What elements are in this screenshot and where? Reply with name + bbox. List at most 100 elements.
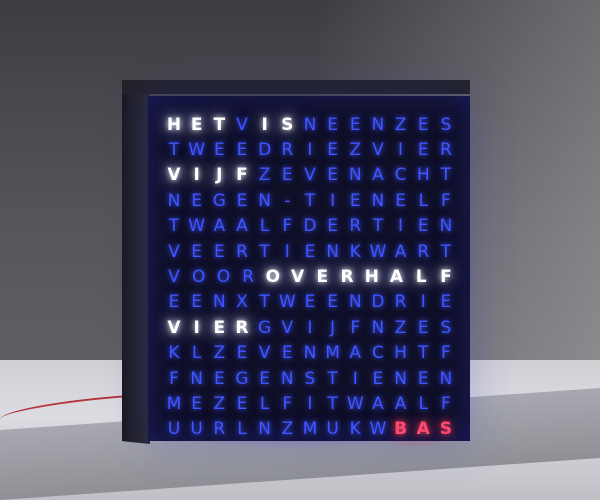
letter-cell: T [259, 241, 270, 262]
letter-cell: I [352, 368, 358, 389]
letter-cell: N [326, 241, 339, 262]
letter-row: VIJFZEVENACHT [164, 163, 456, 188]
letter-cell: A [389, 267, 404, 288]
word-clock-panel: HETVISNEENZESTWEEDRIEZVIERVIJFZEVENACHTN… [148, 96, 470, 441]
letter-cell: Z [394, 317, 407, 338]
letter-cell: F [169, 368, 179, 389]
letter-cell: N [348, 292, 362, 313]
letter-cell: I [307, 140, 313, 161]
letter-cell: S [304, 368, 316, 389]
letter-cell: J [330, 317, 336, 338]
letter-cell: E [191, 190, 203, 211]
letter-cell: K [168, 343, 180, 364]
letter-cell: D [303, 216, 317, 237]
letter-cell: E [236, 393, 248, 414]
letter-cell: E [417, 140, 429, 161]
letter-cell: R [235, 317, 249, 338]
letter-cell: N [371, 317, 385, 338]
letter-cell: A [394, 241, 407, 262]
letter-cell: N [190, 368, 204, 389]
letter-cell: T [168, 216, 180, 237]
letter-cell: E [213, 241, 225, 262]
letter-cell: - [284, 190, 291, 211]
letter-cell: A [349, 343, 362, 364]
letter-cell: A [236, 216, 248, 237]
letter-cell: A [372, 393, 384, 414]
letter-cell: W [278, 292, 296, 313]
letter-cell: R [417, 241, 430, 262]
letter-cell: R [349, 216, 362, 237]
letter-cell: M [325, 343, 340, 364]
letter-cell: N [167, 190, 181, 211]
letter-cell: A [394, 393, 407, 414]
letter-row: VEERTIENKWART [164, 239, 456, 264]
letter-row: TWAALFDERTIEN [164, 214, 456, 239]
letter-cell: N [394, 368, 407, 389]
letter-cell: X [236, 292, 248, 313]
letter-cell: E [327, 216, 338, 237]
letter-cell: S [440, 114, 452, 135]
letter-cell: E [316, 267, 329, 288]
letter-cell: E [372, 368, 384, 389]
letter-cell: A [213, 216, 226, 237]
letter-cell: J [216, 165, 223, 186]
letter-row: UURLNZMUKWBAS [164, 417, 456, 442]
letter-cell: T [440, 165, 452, 186]
letter-cell: E [236, 343, 248, 364]
letter-cell: E [191, 292, 203, 313]
letter-cell: F [440, 267, 452, 288]
letter-cell: N [280, 368, 294, 389]
letter-cell: K [349, 419, 361, 440]
letter-cell: R [394, 292, 407, 313]
letter-cell: F [440, 343, 451, 364]
letter-row: MEZELFITWAALF [164, 391, 456, 416]
letter-cell: L [415, 267, 427, 288]
letter-row: VIERGVIJFNZES [164, 315, 456, 340]
letter-row: KLZEVENMACHTF [164, 341, 456, 366]
letter-cell: E [236, 190, 248, 211]
letter-cell: V [236, 114, 248, 135]
letter-cell: E [213, 317, 226, 338]
letter-grid: HETVISNEENZESTWEEDRIEZVIERVIJFZEVENACHTN… [164, 112, 456, 442]
letter-cell: E [417, 114, 429, 135]
letter-cell: I [330, 190, 336, 211]
letter-cell: E [168, 292, 180, 313]
letter-cell: V [167, 317, 181, 338]
letter-cell: D [371, 292, 385, 313]
letter-cell: I [193, 165, 200, 186]
letter-cell: N [212, 292, 226, 313]
letter-cell: H [416, 165, 430, 186]
letter-cell: F [440, 393, 451, 414]
letter-cell: I [261, 114, 268, 135]
letter-cell: H [364, 267, 379, 288]
letter-cell: Z [349, 140, 362, 161]
letter-cell: V [168, 241, 180, 262]
letter-cell: Z [281, 419, 294, 440]
letter-cell: V [281, 317, 294, 338]
letter-cell: E [417, 317, 429, 338]
letter-cell: Z [258, 165, 271, 186]
letter-cell: S [439, 419, 452, 440]
letter-cell: I [193, 317, 200, 338]
letter-cell: W [346, 393, 364, 414]
letter-cell: F [440, 190, 451, 211]
letter-cell: C [371, 343, 384, 364]
letter-cell: E [327, 140, 338, 161]
letter-cell: I [284, 241, 290, 262]
letter-cell: E [304, 241, 316, 262]
clock-frame-top [122, 80, 470, 94]
letter-cell: E [213, 368, 225, 389]
letter-row: EENXTWEENDRIE [164, 290, 456, 315]
letter-cell: G [235, 368, 249, 389]
letter-cell: L [259, 393, 270, 414]
letter-cell: N [303, 343, 317, 364]
letter-cell: U [326, 419, 339, 440]
letter-cell: S [281, 114, 294, 135]
letter-cell: M [166, 393, 182, 414]
letter-cell: V [372, 140, 384, 161]
letter-cell: T [259, 292, 270, 313]
letter-cell: A [372, 165, 384, 186]
letter-cell: R [281, 140, 294, 161]
letter-cell: T [304, 190, 316, 211]
letter-cell: T [327, 393, 338, 414]
